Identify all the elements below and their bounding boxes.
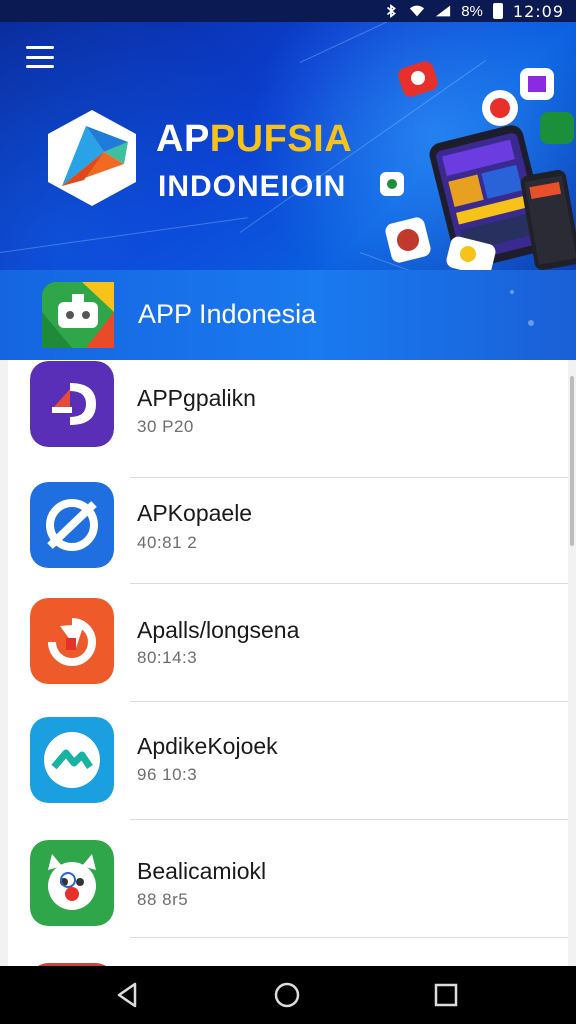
app-icon-orange xyxy=(30,598,114,684)
app-meta: 96 10:3 xyxy=(137,765,198,784)
section-header: APP Indonesia xyxy=(0,270,576,360)
app-meta: 30 P20 xyxy=(137,417,194,436)
app-list[interactable]: APPgpalikn 30 P20 APKopaele 40:81 2 Apal… xyxy=(0,360,576,966)
app-name: ApdikeKojoek xyxy=(137,733,278,759)
status-bar: 8% 12:09 xyxy=(0,0,576,22)
menu-button[interactable] xyxy=(26,46,54,68)
app-icon-cyan xyxy=(30,717,114,803)
list-item[interactable]: APPgpalikn 30 P20 xyxy=(8,360,568,478)
list-item-partial[interactable] xyxy=(8,938,568,966)
list-item[interactable]: ApdikeKojoek 96 10:3 xyxy=(8,702,568,820)
status-time: 12:09 xyxy=(512,1,564,21)
app-name: Bealicamiokl xyxy=(137,858,267,884)
brand-logo xyxy=(48,110,136,206)
battery-icon xyxy=(492,3,503,19)
recents-button[interactable] xyxy=(431,980,461,1010)
bluetooth-icon xyxy=(387,4,397,18)
app-meta: 80:14:3 xyxy=(137,648,198,667)
signal-icon xyxy=(436,5,451,17)
list-item[interactable]: Apalls/longsena 80:14:3 xyxy=(8,584,568,702)
brand-title: APPUFSIA xyxy=(156,118,353,160)
home-button[interactable] xyxy=(272,980,302,1010)
wifi-icon xyxy=(410,5,425,17)
back-button[interactable] xyxy=(113,980,143,1010)
hero-banner: APPUFSIA INDONEIOIN xyxy=(0,22,576,270)
app-icon-green xyxy=(30,840,114,926)
list-item[interactable]: Bealicamiokl 88 8r5 xyxy=(8,820,568,938)
section-title: APP Indonesia xyxy=(138,299,317,329)
navigation-bar xyxy=(0,966,576,1024)
app-indonesia-icon xyxy=(42,282,114,348)
brand-subtitle: INDONEIOIN xyxy=(158,170,347,203)
app-meta: 88 8r5 xyxy=(137,890,189,909)
app-name: APPgpalikn xyxy=(137,385,256,411)
scrollbar[interactable] xyxy=(570,376,574,546)
app-name: Apalls/longsena xyxy=(137,617,300,643)
phone-illustration xyxy=(380,61,576,270)
list-item[interactable]: APKopaele 40:81 2 xyxy=(8,466,568,584)
app-icon-blue xyxy=(30,482,114,568)
hamburger-icon xyxy=(26,46,54,49)
app-meta: 40:81 2 xyxy=(137,533,198,552)
app-icon-purple xyxy=(30,361,114,447)
battery-percent: 8% xyxy=(461,2,483,20)
app-name: APKopaele xyxy=(137,500,253,526)
